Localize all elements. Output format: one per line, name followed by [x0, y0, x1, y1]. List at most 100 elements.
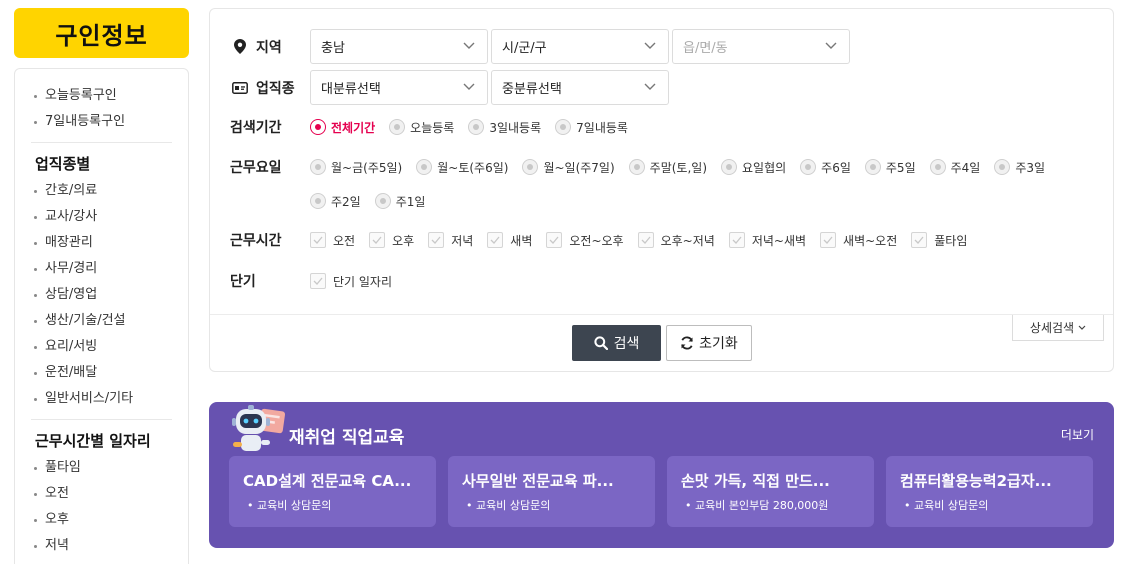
hours-option-label: 새벽 [510, 233, 533, 248]
days-option-label: 주말(토,일) [649, 160, 707, 175]
radio[interactable] [555, 119, 572, 135]
radio[interactable] [628, 159, 645, 175]
sidebar-title[interactable]: 구인정보 [14, 8, 189, 58]
radio[interactable] [468, 119, 485, 135]
hours-option-label: 오전~오후 [569, 233, 624, 248]
days-option[interactable]: 주2일 [310, 190, 361, 212]
education-card[interactable]: 사무일반 전문교육 파... • 교육비 상담문의 [448, 456, 655, 527]
sidebar-item-teacher[interactable]: 교사/강사 [31, 204, 172, 230]
radio[interactable] [929, 159, 946, 175]
education-banner: 재취업 직업교육 더보기 CAD설계 전문교육 CA... • 교육비 상담문의… [209, 402, 1114, 548]
days-label: 근무요일 [230, 160, 282, 176]
panel-divider [210, 314, 1113, 315]
checkbox[interactable] [487, 232, 504, 248]
days-option[interactable]: 주5일 [864, 156, 916, 178]
days-option[interactable]: 월~금(주5일) [310, 156, 402, 178]
radio[interactable] [310, 193, 326, 209]
checkbox[interactable] [728, 232, 745, 248]
checkbox[interactable] [820, 232, 837, 248]
hours-option[interactable]: 새벽~오전 [820, 229, 897, 251]
period-option-today[interactable]: 오늘등록 [389, 116, 454, 138]
sidebar-item-today[interactable]: 오늘등록구인 [31, 83, 172, 109]
city-select[interactable]: 시/군/구 [491, 29, 669, 64]
hours-option[interactable]: 오전~오후 [546, 229, 624, 251]
radio[interactable] [389, 119, 406, 135]
days-option[interactable]: 월~일(주7일) [522, 156, 615, 178]
radio-selected[interactable] [310, 119, 326, 135]
checkbox[interactable] [310, 232, 326, 248]
education-card[interactable]: 컴퓨터활용능력2급자... • 교육비 상담문의 [886, 456, 1093, 527]
detail-search-button[interactable]: 상세검색 [1012, 315, 1104, 341]
radio[interactable] [800, 159, 817, 175]
education-card-fee: • 교육비 본인부담 280,000원 [685, 499, 829, 512]
days-option-label: 주1일 [395, 194, 426, 209]
sidebar-item-production[interactable]: 생산/기술/건설 [31, 308, 172, 334]
radio[interactable] [310, 159, 326, 175]
sidebar-item-sales[interactable]: 상담/영업 [31, 282, 172, 308]
education-more-link[interactable]: 더보기 [1061, 426, 1094, 443]
radio[interactable] [721, 159, 737, 175]
reset-button[interactable]: 초기화 [666, 325, 752, 361]
period-label: 검색기간 [230, 120, 282, 136]
checkbox[interactable] [428, 232, 445, 248]
days-option[interactable]: 주6일 [800, 156, 851, 178]
hours-options: 오전 오후 저녁 새벽 오전~오후 오후~저녁 저녁~새벽 새벽~오전 풀타임 [310, 229, 1100, 251]
minor-category-select[interactable]: 중분류선택 [491, 70, 669, 105]
days-option[interactable]: 요일협의 [721, 156, 786, 178]
sidebar-item-evening[interactable]: 저녁 [31, 533, 172, 559]
checkbox[interactable] [637, 232, 654, 248]
education-title: 재취업 직업교육 [289, 428, 405, 448]
days-option[interactable]: 주말(토,일) [628, 156, 707, 178]
town-select[interactable]: 읍/면/동 [672, 29, 850, 64]
chevron-down-icon [825, 42, 837, 49]
period-option-3days[interactable]: 3일내등록 [468, 116, 541, 138]
hours-option[interactable]: 풀타임 [911, 229, 967, 251]
radio[interactable] [522, 159, 539, 175]
education-card[interactable]: 손맛 가득, 직접 만드... • 교육비 본인부담 280,000원 [667, 456, 874, 527]
days-option[interactable]: 주4일 [929, 156, 980, 178]
sidebar-item-service[interactable]: 일반서비스/기타 [31, 386, 172, 412]
sidebar-item-office[interactable]: 사무/경리 [31, 256, 172, 282]
days-option[interactable]: 월~토(주6일) [416, 156, 508, 178]
search-button-label: 검색 [613, 336, 640, 352]
sidebar-item-nursing[interactable]: 간호/의료 [31, 178, 172, 204]
checkbox[interactable] [911, 232, 928, 248]
hours-option[interactable]: 새벽 [487, 229, 532, 251]
radio[interactable] [864, 159, 881, 175]
sidebar-item-afternoon[interactable]: 오후 [31, 507, 172, 533]
education-card-title: 손맛 가득, 직접 만드... [681, 472, 830, 490]
days-option[interactable]: 주1일 [374, 190, 426, 212]
hours-option[interactable]: 오전 [310, 229, 355, 251]
sidebar-item-store[interactable]: 매장관리 [31, 230, 172, 256]
search-icon [594, 336, 608, 350]
sidebar-item-7days[interactable]: 7일내등록구인 [31, 109, 172, 135]
period-option-7days[interactable]: 7일내등록 [555, 116, 628, 138]
checkbox[interactable] [310, 273, 326, 289]
sidebar-item-cooking[interactable]: 요리/서빙 [31, 334, 172, 360]
days-option[interactable]: 주3일 [994, 156, 1045, 178]
hours-option[interactable]: 저녁 [428, 229, 473, 251]
hours-option[interactable]: 오후~저녁 [637, 229, 715, 251]
checkbox[interactable] [546, 232, 563, 248]
education-card[interactable]: CAD설계 전문교육 CA... • 교육비 상담문의 [229, 456, 436, 527]
region-label: 지역 [230, 37, 310, 57]
radio[interactable] [994, 159, 1011, 175]
hours-option[interactable]: 오후 [369, 229, 414, 251]
sidebar-item-driving[interactable]: 운전/배달 [31, 360, 172, 386]
province-select[interactable]: 충남 [310, 29, 488, 64]
sidebar-item-fulltime[interactable]: 풀타임 [31, 455, 172, 481]
days-option-label: 주6일 [821, 160, 851, 175]
days-options: 월~금(주5일) 월~토(주6일) 월~일(주7일) 주말(토,일) 요일협의 … [310, 156, 1100, 212]
hours-option[interactable]: 저녁~새벽 [728, 229, 806, 251]
period-option-all[interactable]: 전체기간 [310, 116, 375, 138]
checkbox[interactable] [369, 232, 386, 248]
short-option[interactable]: 단기 일자리 [310, 270, 392, 292]
education-card-title: CAD설계 전문교육 CA... [243, 472, 412, 490]
chevron-down-icon [463, 42, 475, 49]
search-button[interactable]: 검색 [572, 325, 661, 361]
hours-option-label: 오후 [392, 233, 415, 248]
radio[interactable] [416, 159, 433, 175]
sidebar-item-morning[interactable]: 오전 [31, 481, 172, 507]
radio[interactable] [374, 193, 391, 209]
major-category-select[interactable]: 대분류선택 [310, 70, 488, 105]
